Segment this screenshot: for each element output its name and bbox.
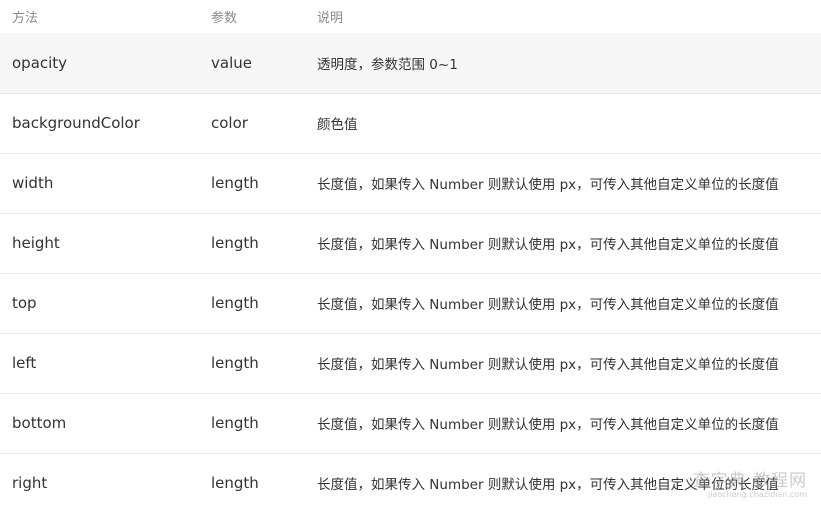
param-cell: length <box>211 294 259 312</box>
method-cell: right <box>12 474 48 493</box>
header-param: 参数 <box>211 11 238 26</box>
table-row: left length 长度值，如果传入 Number 则默认使用 px，可传入… <box>0 333 821 393</box>
param-cell: length <box>211 414 259 432</box>
table-row: right length 长度值，如果传入 Number 则默认使用 px，可传… <box>0 453 821 513</box>
param-cell: color <box>211 114 248 132</box>
param-cell: length <box>211 474 259 493</box>
desc-cell: 透明度，参数范围 0~1 <box>317 56 458 73</box>
header-row: 方法 参数 说明 <box>0 0 821 33</box>
desc-cell: 长度值，如果传入 Number 则默认使用 px，可传入其他自定义单位的长度值 <box>317 417 779 433</box>
method-cell: bottom <box>12 414 67 432</box>
desc-cell: 长度值，如果传入 Number 则默认使用 px，可传入其他自定义单位的长度值 <box>317 237 779 253</box>
method-cell: height <box>12 234 60 252</box>
table-row: opacity value 透明度，参数范围 0~1 <box>0 33 821 93</box>
table-row: width length 长度值，如果传入 Number 则默认使用 px，可传… <box>0 153 821 213</box>
table-row: backgroundColor color 颜色值 <box>0 93 821 153</box>
table-row: top length 长度值，如果传入 Number 则默认使用 px，可传入其… <box>0 273 821 333</box>
table-body: opacity value 透明度，参数范围 0~1 backgroundCol… <box>0 33 821 513</box>
desc-cell: 长度值，如果传入 Number 则默认使用 px，可传入其他自定义单位的长度值 <box>317 477 779 494</box>
api-methods-table: 方法 参数 说明 opacity value 透明度，参数范围 0~1 back… <box>0 0 821 513</box>
table-row: height length 长度值，如果传入 Number 则默认使用 px，可… <box>0 213 821 273</box>
table-header: 方法 参数 说明 <box>0 0 821 33</box>
method-cell: top <box>12 294 37 312</box>
desc-cell: 长度值，如果传入 Number 则默认使用 px，可传入其他自定义单位的长度值 <box>317 297 779 313</box>
method-cell: left <box>12 354 37 372</box>
method-cell: opacity <box>12 53 68 72</box>
param-cell: value <box>211 53 252 72</box>
table-row: bottom length 长度值，如果传入 Number 则默认使用 px，可… <box>0 393 821 453</box>
method-cell: width <box>12 174 54 192</box>
param-cell: length <box>211 354 259 372</box>
desc-cell: 长度值，如果传入 Number 则默认使用 px，可传入其他自定义单位的长度值 <box>317 177 779 193</box>
header-method: 方法 <box>12 11 39 26</box>
method-cell: backgroundColor <box>12 114 140 132</box>
header-desc: 说明 <box>317 11 344 26</box>
desc-cell: 颜色值 <box>317 117 358 133</box>
param-cell: length <box>211 234 259 252</box>
param-cell: length <box>211 174 259 192</box>
desc-cell: 长度值，如果传入 Number 则默认使用 px，可传入其他自定义单位的长度值 <box>317 357 779 373</box>
